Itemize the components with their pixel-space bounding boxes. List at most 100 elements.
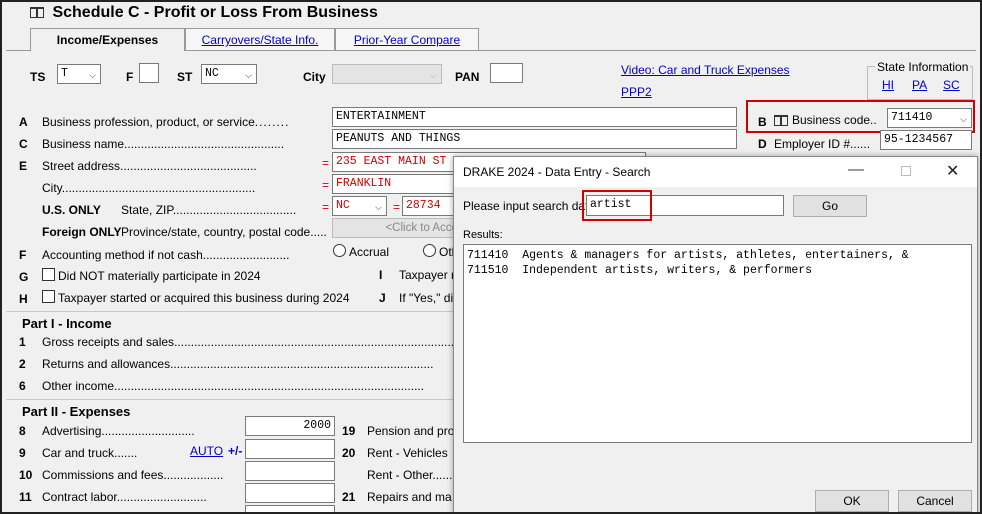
line-a-label-text: Business profession, product, or service [42, 115, 255, 129]
other-method-radio[interactable] [423, 244, 436, 257]
st-select[interactable]: NC ⌵ [201, 64, 257, 84]
ts-select[interactable]: T ⌵ [57, 64, 101, 84]
employer-id-field[interactable]: 95-1234567 [880, 130, 972, 150]
chevron-down-icon: ⌵ [375, 203, 382, 213]
gross-receipts-label: Gross receipts and sales................… [42, 335, 458, 349]
pan-field[interactable] [490, 63, 523, 83]
city-label-text: City [42, 181, 62, 195]
plus-minus-link[interactable]: +/- [228, 444, 242, 458]
foreign-label-text: Province/state, country, postal code [121, 225, 311, 239]
go-button[interactable]: Go [793, 195, 867, 217]
row-num: 1 [19, 335, 26, 349]
state-link-hi[interactable]: HI [882, 78, 894, 92]
city-label: City....................................… [42, 181, 256, 195]
row-num: 20 [342, 446, 356, 460]
schedule-c-window: Schedule C - Profit or Loss From Busines… [0, 0, 982, 514]
line-f-letter: F [19, 248, 27, 262]
line-c-label-text: Business name [42, 137, 125, 151]
line-e-letter: E [19, 159, 28, 173]
auto-link[interactable]: AUTO [190, 444, 223, 458]
f-label: F [126, 70, 134, 84]
business-profession-field[interactable]: ENTERTAINMENT [332, 107, 737, 127]
close-icon[interactable]: ✕ [946, 161, 959, 181]
started-acquired-checkbox[interactable] [42, 290, 55, 303]
returns-allowances-label: Returns and allowances..................… [42, 357, 434, 371]
line-a-letter: A [19, 115, 28, 129]
override-marker: = [322, 200, 330, 214]
chevron-down-icon: ⌵ [430, 71, 437, 81]
line-b-label: Business code.. [774, 113, 877, 127]
row-num: 19 [342, 424, 356, 438]
row-num: 9 [19, 446, 26, 460]
accrual-radio[interactable] [333, 244, 346, 257]
row-num: 10 [19, 468, 33, 482]
video-car-truck-link[interactable]: Video: Car and Truck Expenses [621, 63, 790, 77]
line-e-label: Street address..........................… [42, 159, 257, 173]
ts-value: T [61, 67, 68, 80]
line-j-label: If "Yes," di [399, 291, 454, 305]
foreign-label: Province/state, country, postal code....… [121, 225, 327, 239]
state-link-sc[interactable]: SC [943, 78, 960, 92]
line-i-letter: I [379, 268, 383, 282]
advertising-label: Advertising............................ [42, 424, 195, 438]
not-materially-participate-checkbox[interactable] [42, 268, 55, 281]
line-h-label: Taxpayer started or acquired this busine… [58, 291, 350, 305]
book-icon[interactable] [774, 115, 788, 127]
maximize-icon[interactable] [901, 166, 911, 176]
tab-income-expenses[interactable]: Income/Expenses [30, 28, 185, 51]
chevron-down-icon: ⌵ [245, 71, 252, 81]
page-title: Schedule C - Profit or Loss From Busines… [52, 4, 378, 21]
state-select[interactable]: NC ⌵ [332, 196, 387, 216]
pension-label: Pension and pro [367, 424, 455, 438]
commissions-text: Commissions and fees [42, 468, 164, 482]
results-label: Results: [463, 229, 503, 241]
business-code-select[interactable]: 711410 ⌵ [887, 108, 972, 128]
accrual-label: Accrual [349, 245, 390, 259]
line-g-letter: G [19, 270, 29, 284]
override-marker: = [322, 156, 330, 170]
business-code-value: 711410 [891, 111, 933, 124]
ppp2-link[interactable]: PPP2 [621, 85, 652, 99]
list-item[interactable]: 711410 Agents & managers for artists, at… [467, 248, 968, 263]
chevron-down-icon: ⌵ [89, 71, 96, 81]
business-name-field[interactable]: PEANUTS AND THINGS [332, 129, 737, 149]
other-income-text: Other income [42, 379, 115, 393]
search-prompt-label: Please input search data: [463, 199, 599, 213]
row-num: 6 [19, 379, 26, 393]
car-truck-field[interactable] [245, 439, 335, 459]
contract-labor-field[interactable] [245, 483, 335, 503]
line-d-letter: D [758, 137, 767, 151]
cancel-button[interactable]: Cancel [898, 490, 972, 512]
next-expense-field[interactable] [245, 505, 335, 512]
form-title-row: Schedule C - Profit or Loss From Busines… [30, 4, 378, 22]
search-input-highlight [582, 190, 652, 221]
dialog-titlebar[interactable]: DRAKE 2024 - Data Entry - Search — ✕ [454, 157, 977, 187]
override-marker: = [393, 200, 401, 214]
minimize-icon[interactable]: — [848, 161, 864, 179]
results-list[interactable]: 711410 Agents & managers for artists, at… [463, 244, 972, 443]
dialog-title: DRAKE 2024 - Data Entry - Search [463, 165, 651, 179]
rent-vehicles-label: Rent - Vehicles [367, 446, 448, 460]
list-item[interactable]: 711510 Independent artists, writers, & p… [467, 263, 968, 278]
line-f-label: Accounting method if not cash...........… [42, 248, 290, 262]
returns-allowances-text: Returns and allowances [42, 357, 171, 371]
city-top-label: City [303, 70, 326, 84]
car-truck-label: Car and truck....... [42, 446, 138, 460]
tab-prior-year-compare[interactable]: Prior-Year Compare [335, 28, 479, 50]
gross-receipts-text: Gross receipts and sales [42, 335, 175, 349]
commissions-label: Commissions and fees.................. [42, 468, 224, 482]
part1-title: Part I - Income [22, 316, 112, 331]
st-label: ST [177, 70, 193, 84]
line-b-letter: B [758, 115, 767, 129]
advertising-field[interactable]: 2000 [245, 416, 335, 436]
book-icon[interactable] [30, 7, 44, 19]
tab-carryovers-state-info[interactable]: Carryovers/State Info. [185, 28, 335, 50]
advertising-text: Advertising [42, 424, 102, 438]
commissions-field[interactable] [245, 461, 335, 481]
f-field[interactable] [139, 63, 159, 83]
state-link-pa[interactable]: PA [912, 78, 927, 92]
foreign-address-field[interactable]: <Click to Acce [332, 218, 462, 238]
ok-button[interactable]: OK [815, 490, 889, 512]
other-income-label: Other income............................… [42, 379, 425, 393]
city-select[interactable]: ⌵ [332, 64, 442, 84]
